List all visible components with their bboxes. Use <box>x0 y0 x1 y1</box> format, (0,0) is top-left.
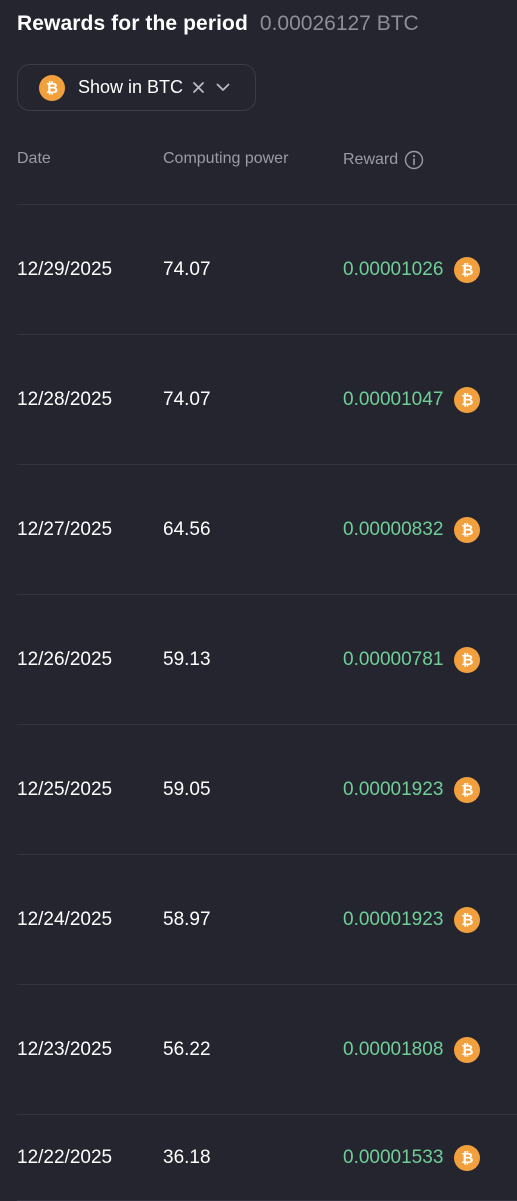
row-computing-power: 74.07 <box>163 258 211 280</box>
row-reward: 0.00000832 ₿ <box>343 465 481 594</box>
row-reward-value: 0.00001923 <box>343 908 444 930</box>
info-icon[interactable] <box>404 150 424 170</box>
currency-filter-chip[interactable]: ₿ Show in BTC <box>17 64 256 111</box>
page-header: Rewards for the period 0.00026127 BTC <box>17 12 419 36</box>
bitcoin-icon: ₿ <box>454 646 481 673</box>
column-header-reward[interactable]: Reward <box>343 150 424 170</box>
row-date: 12/29/2025 <box>17 258 113 280</box>
row-date: 12/24/2025 <box>17 908 113 930</box>
row-computing-power: 56.22 <box>163 1038 211 1060</box>
column-header-computing-power[interactable]: Computing power <box>163 150 288 168</box>
period-total: 0.00026127 BTC <box>259 12 419 35</box>
table-row: 12/24/2025 58.97 0.00001923 ₿ <box>17 855 517 985</box>
table-row: 12/29/2025 74.07 0.00001026 ₿ <box>17 205 517 335</box>
chevron-down-icon[interactable] <box>215 80 231 96</box>
row-date: 12/22/2025 <box>17 1146 113 1168</box>
row-computing-power: 74.07 <box>163 388 211 410</box>
bitcoin-icon: ₿ <box>454 776 481 803</box>
row-reward-value: 0.00000781 <box>343 648 444 670</box>
row-date: 12/26/2025 <box>17 648 113 670</box>
row-date: 12/23/2025 <box>17 1038 113 1060</box>
row-computing-power: 58.97 <box>163 908 211 930</box>
row-reward-value: 0.00000832 <box>343 518 444 540</box>
row-reward: 0.00001533 ₿ <box>343 1115 481 1200</box>
row-reward: 0.00001808 ₿ <box>343 985 481 1114</box>
row-reward-value: 0.00001923 <box>343 778 444 800</box>
page-title: Rewards for the period <box>17 12 248 35</box>
row-date: 12/28/2025 <box>17 388 113 410</box>
currency-filter-label: Show in BTC <box>78 77 184 97</box>
column-header-date[interactable]: Date <box>17 150 51 168</box>
table-row: 12/27/2025 64.56 0.00000832 ₿ <box>17 465 517 595</box>
bitcoin-icon: ₿ <box>454 516 481 543</box>
close-icon[interactable] <box>191 81 205 95</box>
row-reward: 0.00001923 ₿ <box>343 855 481 984</box>
bitcoin-icon: ₿ <box>454 906 481 933</box>
table-row: 12/26/2025 59.13 0.00000781 ₿ <box>17 595 517 725</box>
row-computing-power: 59.05 <box>163 778 211 800</box>
row-reward: 0.00001923 ₿ <box>343 725 481 854</box>
table-row: 12/22/2025 36.18 0.00001533 ₿ <box>17 1115 517 1201</box>
row-reward-value: 0.00001026 <box>343 258 444 280</box>
bitcoin-icon: ₿ <box>454 1036 481 1063</box>
row-reward: 0.00001026 ₿ <box>343 205 481 334</box>
table-row: 12/23/2025 56.22 0.00001808 ₿ <box>17 985 517 1115</box>
table-row: 12/25/2025 59.05 0.00001923 ₿ <box>17 725 517 855</box>
row-reward: 0.00000781 ₿ <box>343 595 481 724</box>
table-row: 12/28/2025 74.07 0.00001047 ₿ <box>17 335 517 465</box>
column-header-reward-label: Reward <box>343 151 399 168</box>
bitcoin-icon: ₿ <box>454 386 481 413</box>
row-reward-value: 0.00001047 <box>343 388 444 410</box>
bitcoin-icon: ₿ <box>39 74 65 101</box>
row-computing-power: 64.56 <box>163 518 211 540</box>
rewards-table-body: 12/29/2025 74.07 0.00001026 ₿ 12/28/2025 74.0… <box>0 205 517 1201</box>
row-reward-value: 0.00001533 <box>343 1146 444 1168</box>
row-computing-power: 59.13 <box>163 648 211 670</box>
row-reward: 0.00001047 ₿ <box>343 335 481 464</box>
row-reward-value: 0.00001808 <box>343 1038 444 1060</box>
bitcoin-icon: ₿ <box>454 256 481 283</box>
row-computing-power: 36.18 <box>163 1146 211 1168</box>
row-date: 12/27/2025 <box>17 518 113 540</box>
bitcoin-icon: ₿ <box>454 1144 481 1171</box>
row-date: 12/25/2025 <box>17 778 113 800</box>
table-header: Date Computing power Reward <box>0 150 517 190</box>
